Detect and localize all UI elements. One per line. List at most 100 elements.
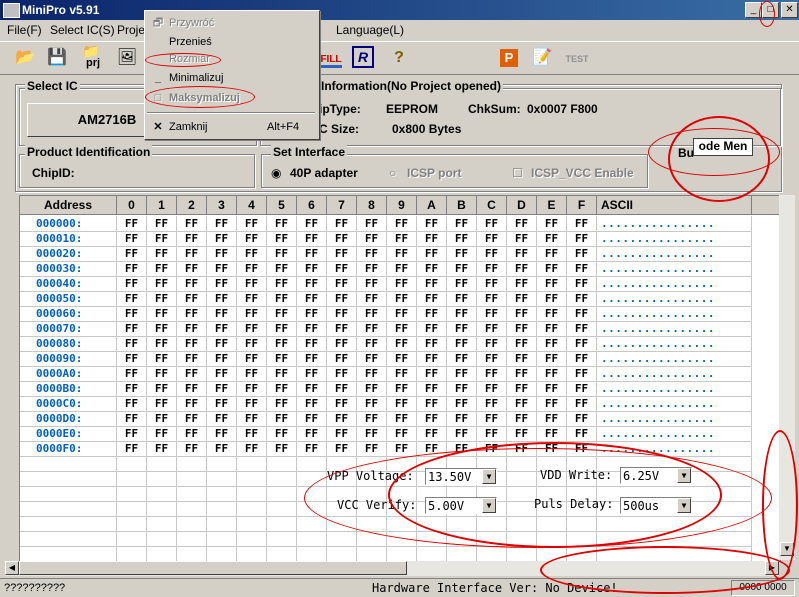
hex-cell[interactable]: FF — [117, 321, 147, 337]
hex-cell[interactable]: FF — [447, 411, 477, 427]
hex-cell[interactable]: FF — [447, 246, 477, 262]
hex-cell[interactable]: FF — [387, 441, 417, 457]
hex-cell[interactable]: FF — [327, 366, 357, 382]
horizontal-scroll-thumb[interactable] — [19, 561, 407, 575]
scroll-left-icon[interactable]: ◀ — [5, 561, 19, 575]
hex-cell[interactable]: FF — [117, 366, 147, 382]
hex-cell[interactable]: FF — [147, 276, 177, 292]
hex-cell[interactable]: FF — [267, 366, 297, 382]
hex-cell[interactable]: FF — [267, 306, 297, 322]
hex-cell[interactable]: FF — [567, 366, 597, 382]
hex-cell[interactable]: FF — [447, 216, 477, 232]
hex-cell[interactable]: FF — [177, 381, 207, 397]
close-window-button[interactable]: ✕ — [781, 2, 798, 18]
hex-cell[interactable]: FF — [537, 426, 567, 442]
hex-cell[interactable]: FF — [147, 246, 177, 262]
hex-cell[interactable]: FF — [567, 396, 597, 412]
hex-cell[interactable]: FF — [237, 246, 267, 262]
open-icon[interactable]: 📂 — [12, 45, 38, 70]
hex-cell[interactable]: FF — [297, 366, 327, 382]
hex-cell[interactable]: FF — [297, 216, 327, 232]
hex-cell[interactable]: FF — [327, 216, 357, 232]
hex-cell[interactable]: FF — [567, 306, 597, 322]
ascii-cell[interactable]: ................ — [597, 276, 752, 292]
hex-cell[interactable]: FF — [177, 276, 207, 292]
hex-cell[interactable]: FF — [357, 276, 387, 292]
hex-cell[interactable]: FF — [327, 246, 357, 262]
hex-cell[interactable]: FF — [507, 396, 537, 412]
hex-cell[interactable]: FF — [147, 216, 177, 232]
hex-cell[interactable]: FF — [297, 381, 327, 397]
hex-cell[interactable]: FF — [267, 291, 297, 307]
hex-cell[interactable]: FF — [507, 321, 537, 337]
hex-cell[interactable]: FF — [447, 351, 477, 367]
hex-cell[interactable]: FF — [177, 336, 207, 352]
hex-cell[interactable]: FF — [147, 411, 177, 427]
hex-cell[interactable]: FF — [207, 396, 237, 412]
open-project-button[interactable]: 📁 prj — [80, 43, 106, 70]
hex-cell[interactable]: FF — [207, 381, 237, 397]
hex-cell[interactable]: FF — [297, 441, 327, 457]
hex-cell[interactable]: FF — [267, 321, 297, 337]
hex-cell[interactable]: FF — [537, 276, 567, 292]
hex-cell[interactable]: FF — [417, 381, 447, 397]
hex-cell[interactable]: FF — [237, 366, 267, 382]
hex-cell[interactable]: FF — [477, 411, 507, 427]
hex-cell[interactable]: FF — [447, 426, 477, 442]
hex-cell[interactable]: FF — [117, 216, 147, 232]
hex-cell[interactable]: FF — [507, 231, 537, 247]
hex-cell[interactable]: FF — [387, 261, 417, 277]
ascii-cell[interactable]: ................ — [597, 231, 752, 247]
hex-cell[interactable]: FF — [477, 381, 507, 397]
hex-cell[interactable]: FF — [537, 381, 567, 397]
hex-cell[interactable]: FF — [357, 246, 387, 262]
hex-cell[interactable]: FF — [447, 231, 477, 247]
hex-cell[interactable]: FF — [417, 321, 447, 337]
hex-cell[interactable]: FF — [117, 426, 147, 442]
hex-cell[interactable]: FF — [357, 261, 387, 277]
hex-cell[interactable]: FF — [387, 426, 417, 442]
hex-cell[interactable]: FF — [477, 291, 507, 307]
hex-cell[interactable]: FF — [327, 231, 357, 247]
hex-cell[interactable]: FF — [177, 396, 207, 412]
ascii-cell[interactable]: ................ — [597, 306, 752, 322]
hex-cell[interactable]: FF — [207, 411, 237, 427]
hex-cell[interactable]: FF — [387, 276, 417, 292]
hex-cell[interactable]: FF — [417, 336, 447, 352]
hex-cell[interactable]: FF — [267, 411, 297, 427]
hex-cell[interactable]: FF — [357, 396, 387, 412]
hex-cell[interactable]: FF — [267, 426, 297, 442]
hex-cell[interactable]: FF — [177, 261, 207, 277]
hex-cell[interactable]: FF — [327, 336, 357, 352]
hex-cell[interactable]: FF — [327, 441, 357, 457]
test-button[interactable]: TEST — [564, 45, 590, 70]
program-icon[interactable]: P — [496, 45, 522, 70]
ascii-cell[interactable]: ................ — [597, 351, 752, 367]
hex-cell[interactable]: FF — [477, 336, 507, 352]
hex-cell[interactable]: FF — [477, 246, 507, 262]
hex-cell[interactable]: FF — [477, 261, 507, 277]
menu-language[interactable]: Language(L) — [336, 23, 404, 37]
hex-cell[interactable]: FF — [327, 261, 357, 277]
hex-cell[interactable]: FF — [387, 216, 417, 232]
hex-cell[interactable]: FF — [357, 426, 387, 442]
hex-cell[interactable]: FF — [297, 231, 327, 247]
hex-cell[interactable]: FF — [507, 411, 537, 427]
hex-cell[interactable]: FF — [207, 276, 237, 292]
hex-cell[interactable]: FF — [567, 291, 597, 307]
hex-cell[interactable]: FF — [267, 261, 297, 277]
hex-cell[interactable]: FF — [417, 276, 447, 292]
hex-cell[interactable]: FF — [177, 291, 207, 307]
hex-cell[interactable]: FF — [417, 261, 447, 277]
hex-cell[interactable]: FF — [267, 216, 297, 232]
hex-cell[interactable]: FF — [237, 396, 267, 412]
hex-cell[interactable]: FF — [177, 216, 207, 232]
hex-cell[interactable]: FF — [447, 276, 477, 292]
ascii-cell[interactable]: ................ — [597, 381, 752, 397]
hex-cell[interactable]: FF — [417, 216, 447, 232]
hex-cell[interactable]: FF — [387, 411, 417, 427]
hex-cell[interactable]: FF — [297, 261, 327, 277]
hex-cell[interactable]: FF — [117, 231, 147, 247]
ascii-cell[interactable]: ................ — [597, 291, 752, 307]
hex-cell[interactable]: FF — [147, 396, 177, 412]
